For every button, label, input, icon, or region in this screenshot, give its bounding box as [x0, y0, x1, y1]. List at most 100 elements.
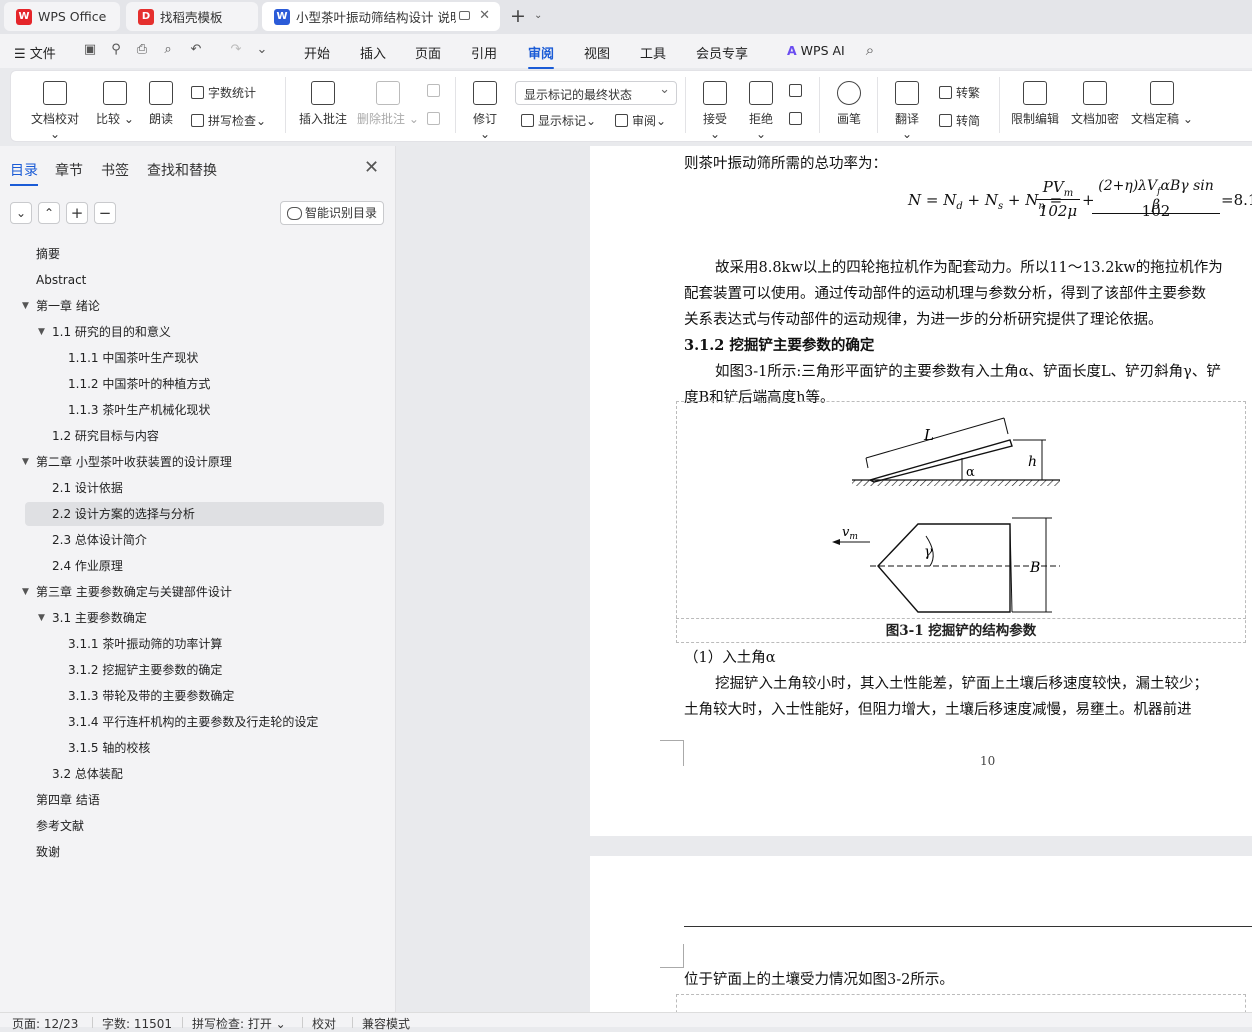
toc-item[interactable]: 1.2 研究目标与内容	[52, 424, 159, 448]
encrypt-button[interactable]: 文档加密	[1069, 79, 1121, 127]
label-L: L	[923, 426, 934, 444]
menu-insert[interactable]: 插入	[360, 43, 386, 62]
word-count-indicator[interactable]: 字数: 11501	[91, 1015, 172, 1032]
monitor-icon[interactable]	[459, 11, 470, 20]
toc-item[interactable]: ▼ 3.1 主要参数确定	[38, 606, 147, 630]
add-icon[interactable]: +	[66, 202, 88, 224]
to-simplified-button[interactable]: 转简	[939, 112, 980, 129]
smart-toc-button[interactable]: 智能识别目录	[280, 201, 384, 225]
compare-button[interactable]: 比较 ⌄	[95, 79, 135, 127]
toc-item[interactable]: Abstract	[36, 268, 86, 292]
expand-triangle-icon[interactable]: ▼	[22, 294, 29, 318]
file-menu[interactable]: ☰ 文件	[14, 43, 56, 62]
toc-item-label: 3.1.2 挖掘铲主要参数的确定	[68, 663, 223, 677]
menu-view[interactable]: 视图	[584, 43, 610, 62]
review-pane-button[interactable]: 审阅 ⌄	[615, 112, 666, 129]
toc-item[interactable]: ▼ 第三章 主要参数确定与关键部件设计	[22, 580, 232, 604]
markup-state-select[interactable]: 显示标记的最终状态	[515, 81, 677, 105]
tab-document[interactable]: W 小型茶叶振动筛结构设计 说明 ✕	[262, 2, 500, 31]
accept-button[interactable]: 接受 ⌄	[697, 79, 733, 141]
menu-tools[interactable]: 工具	[640, 43, 666, 62]
next-comment-button[interactable]	[427, 112, 444, 125]
toc-item[interactable]: 2.1 设计依据	[52, 476, 123, 500]
spell-check-button[interactable]: 拼写检查 ⌄	[191, 112, 266, 129]
toc-item[interactable]: 3.1.2 挖掘铲主要参数的确定	[68, 658, 222, 682]
menu-references[interactable]: 引用	[471, 43, 497, 62]
toc-item[interactable]: 第四章 结语	[36, 788, 100, 812]
expand-triangle-icon[interactable]: ▼	[22, 580, 29, 604]
tab-wps-office[interactable]: W WPS Office	[4, 2, 120, 31]
insert-comment-button[interactable]: 插入批注	[297, 79, 349, 127]
proofread-indicator[interactable]: 校对	[301, 1015, 336, 1032]
close-icon[interactable]: ✕	[479, 8, 490, 23]
chevron-down-icon[interactable]: ⌄	[534, 10, 542, 21]
menu-page[interactable]: 页面	[415, 43, 441, 62]
toc-item[interactable]: ▼ 第一章 绪论	[22, 294, 100, 318]
prev-comment-button[interactable]	[427, 84, 444, 97]
finalize-button[interactable]: 文档定稿 ⌄	[1131, 79, 1193, 127]
toc-item[interactable]: 2.2 设计方案的选择与分析	[25, 502, 384, 526]
close-icon[interactable]: ✕	[364, 157, 379, 178]
divider	[999, 77, 1000, 133]
revise-button[interactable]: 修订 ⌄	[467, 79, 503, 141]
undo-icon[interactable]: ↶	[188, 42, 204, 58]
navigation-pane: 目录 章节 书签 查找和替换 ✕ ⌄ ⌃ + − 智能识别目录 摘要 Abstra…	[0, 146, 396, 1012]
doc-check-button[interactable]: 文档校对 ⌄	[27, 79, 83, 141]
toc-item[interactable]: 1.1.2 中国茶叶的种植方式	[68, 372, 210, 396]
fraction-den: 102	[1141, 202, 1171, 220]
toc-item[interactable]: 致谢	[36, 840, 60, 864]
toc-item[interactable]: 摘要	[36, 242, 60, 266]
expand-triangle-icon[interactable]: ▼	[38, 320, 45, 344]
page-indicator[interactable]: 页面: 12/23	[12, 1015, 78, 1032]
toc-item[interactable]: 3.1.4 平行连杆机构的主要参数及行走轮的设定	[68, 710, 318, 734]
spell-check-indicator[interactable]: 拼写检查: 打开 ⌄	[182, 1015, 286, 1032]
toc-item[interactable]: ▼ 1.1 研究的目的和意义	[38, 320, 171, 344]
print-icon[interactable]: ⎙	[134, 42, 150, 58]
export-icon[interactable]: ⚲	[108, 42, 124, 58]
encrypt-label: 文档加密	[1070, 112, 1119, 126]
more-icon[interactable]: ⌄	[254, 42, 270, 58]
toc-item[interactable]: 3.1.1 茶叶振动筛的功率计算	[68, 632, 222, 656]
menu-start[interactable]: 开始	[304, 43, 330, 62]
expand-up-icon[interactable]: ⌃	[38, 202, 60, 224]
toc-item[interactable]: 1.1.3 茶叶生产机械化现状	[68, 398, 210, 422]
print-preview-icon[interactable]: ⌕	[160, 42, 176, 58]
toc-item-label: 第二章 小型茶叶收获装置的设计原理	[36, 455, 232, 469]
prev-change-button[interactable]	[789, 84, 806, 97]
new-tab-icon[interactable]: +	[510, 5, 526, 27]
menu-membership[interactable]: 会员专享	[696, 43, 748, 62]
pen-button[interactable]: 画笔	[833, 79, 865, 127]
tab-template[interactable]: D 找稻壳模板	[126, 2, 258, 31]
divider	[877, 77, 878, 133]
next-change-button[interactable]	[789, 112, 806, 125]
read-aloud-button[interactable]: 朗读	[145, 79, 177, 127]
toc-item[interactable]: 3.2 总体装配	[52, 762, 123, 786]
remove-icon[interactable]: −	[94, 202, 116, 224]
word-count-button[interactable]: 字数统计	[191, 84, 256, 101]
search-icon[interactable]: ⌕	[862, 42, 878, 58]
toc-item[interactable]: ▼ 第二章 小型茶叶收获装置的设计原理	[22, 450, 232, 474]
save-icon[interactable]: ▣	[82, 42, 98, 58]
expand-triangle-icon[interactable]: ▼	[38, 606, 45, 630]
delete-comment-button[interactable]: 删除批注 ⌄	[357, 79, 419, 127]
to-traditional-button[interactable]: 转繁	[939, 84, 980, 101]
redo-icon[interactable]: ↷	[228, 42, 244, 58]
toc-item[interactable]: 2.4 作业原理	[52, 554, 123, 578]
expand-triangle-icon[interactable]: ▼	[22, 450, 29, 474]
toc-item[interactable]: 参考文献	[36, 814, 84, 838]
pane-tab-toc[interactable]: 目录	[10, 160, 38, 186]
pane-tab-chapters[interactable]: 章节	[55, 160, 83, 180]
pane-tab-bookmarks[interactable]: 书签	[101, 160, 129, 180]
collapse-icon[interactable]: ⌄	[10, 202, 32, 224]
toc-item[interactable]: 3.1.5 轴的校核	[68, 736, 150, 760]
toc-item[interactable]: 3.1.3 带轮及带的主要参数确定	[68, 684, 234, 708]
wps-ai-button[interactable]: A WPS AI	[787, 43, 845, 58]
reject-button[interactable]: 拒绝 ⌄	[743, 79, 779, 141]
toc-item[interactable]: 1.1.1 中国茶叶生产现状	[68, 346, 198, 370]
menu-review[interactable]: 审阅	[528, 43, 555, 69]
translate-button[interactable]: 翻译 ⌄	[889, 79, 925, 141]
toc-item[interactable]: 2.3 总体设计简介	[52, 528, 147, 552]
show-markup-button[interactable]: 显示标记 ⌄	[521, 112, 596, 129]
pane-tab-find-replace[interactable]: 查找和替换	[147, 160, 217, 180]
restrict-edit-button[interactable]: 限制编辑	[1009, 79, 1061, 127]
